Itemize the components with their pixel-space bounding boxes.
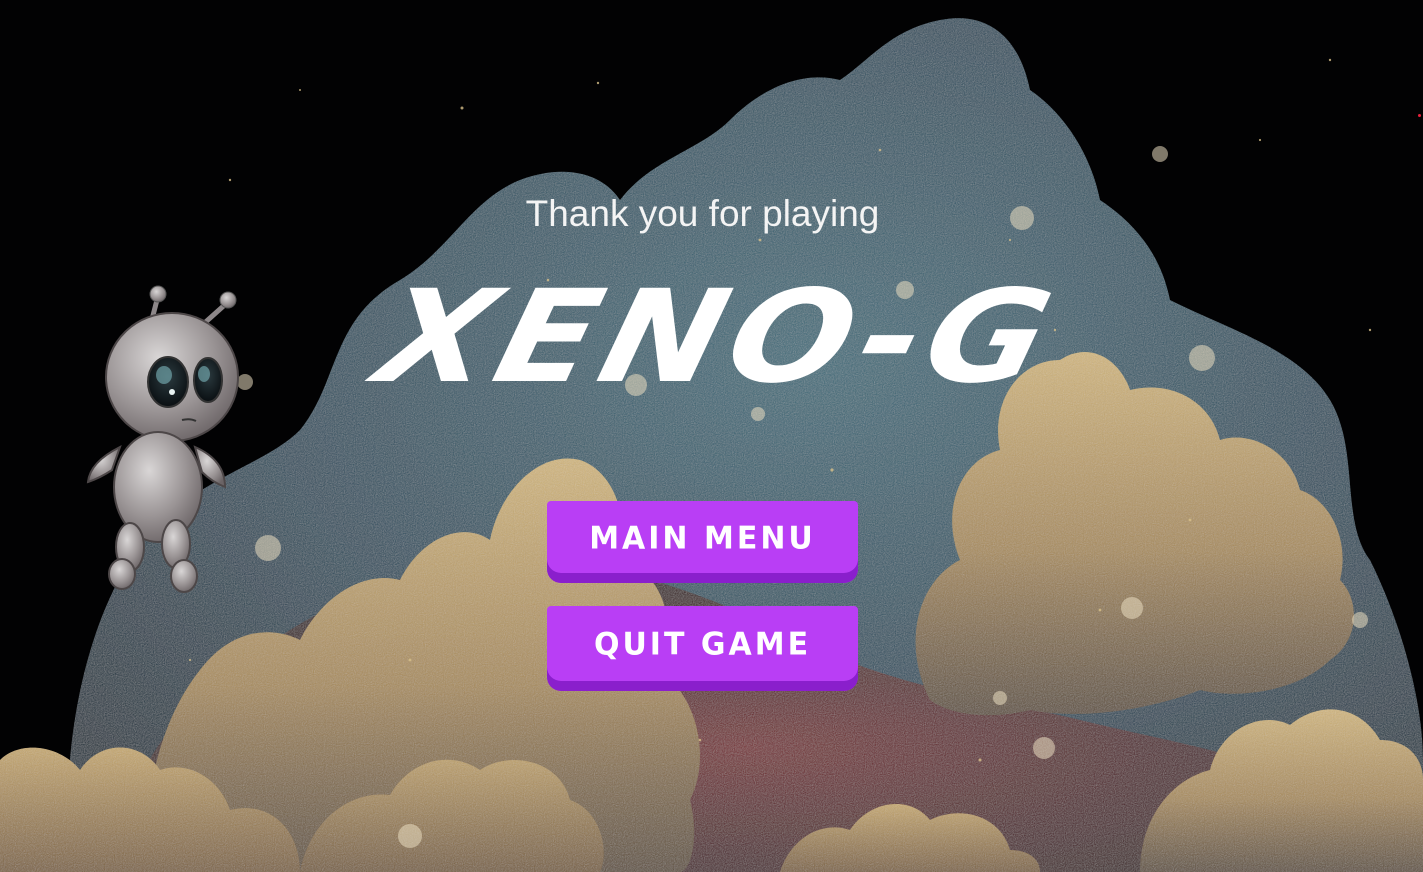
thank-you-subtitle: Thank you for playing	[525, 193, 880, 234]
ending-screen: Thank you for playing XENO-G MAIN MENU Q…	[0, 0, 1423, 872]
alien-robot-icon	[86, 285, 239, 593]
quit-game-button[interactable]: QUIT GAME	[547, 606, 858, 691]
quit-game-label: QUIT GAME	[593, 626, 812, 663]
game-logo: XENO-G	[325, 263, 1110, 412]
game-title: XENO-G	[363, 263, 1072, 412]
red-marker-dot	[1418, 114, 1421, 117]
main-menu-button[interactable]: MAIN MENU	[547, 501, 858, 583]
main-menu-label: MAIN MENU	[589, 519, 816, 557]
